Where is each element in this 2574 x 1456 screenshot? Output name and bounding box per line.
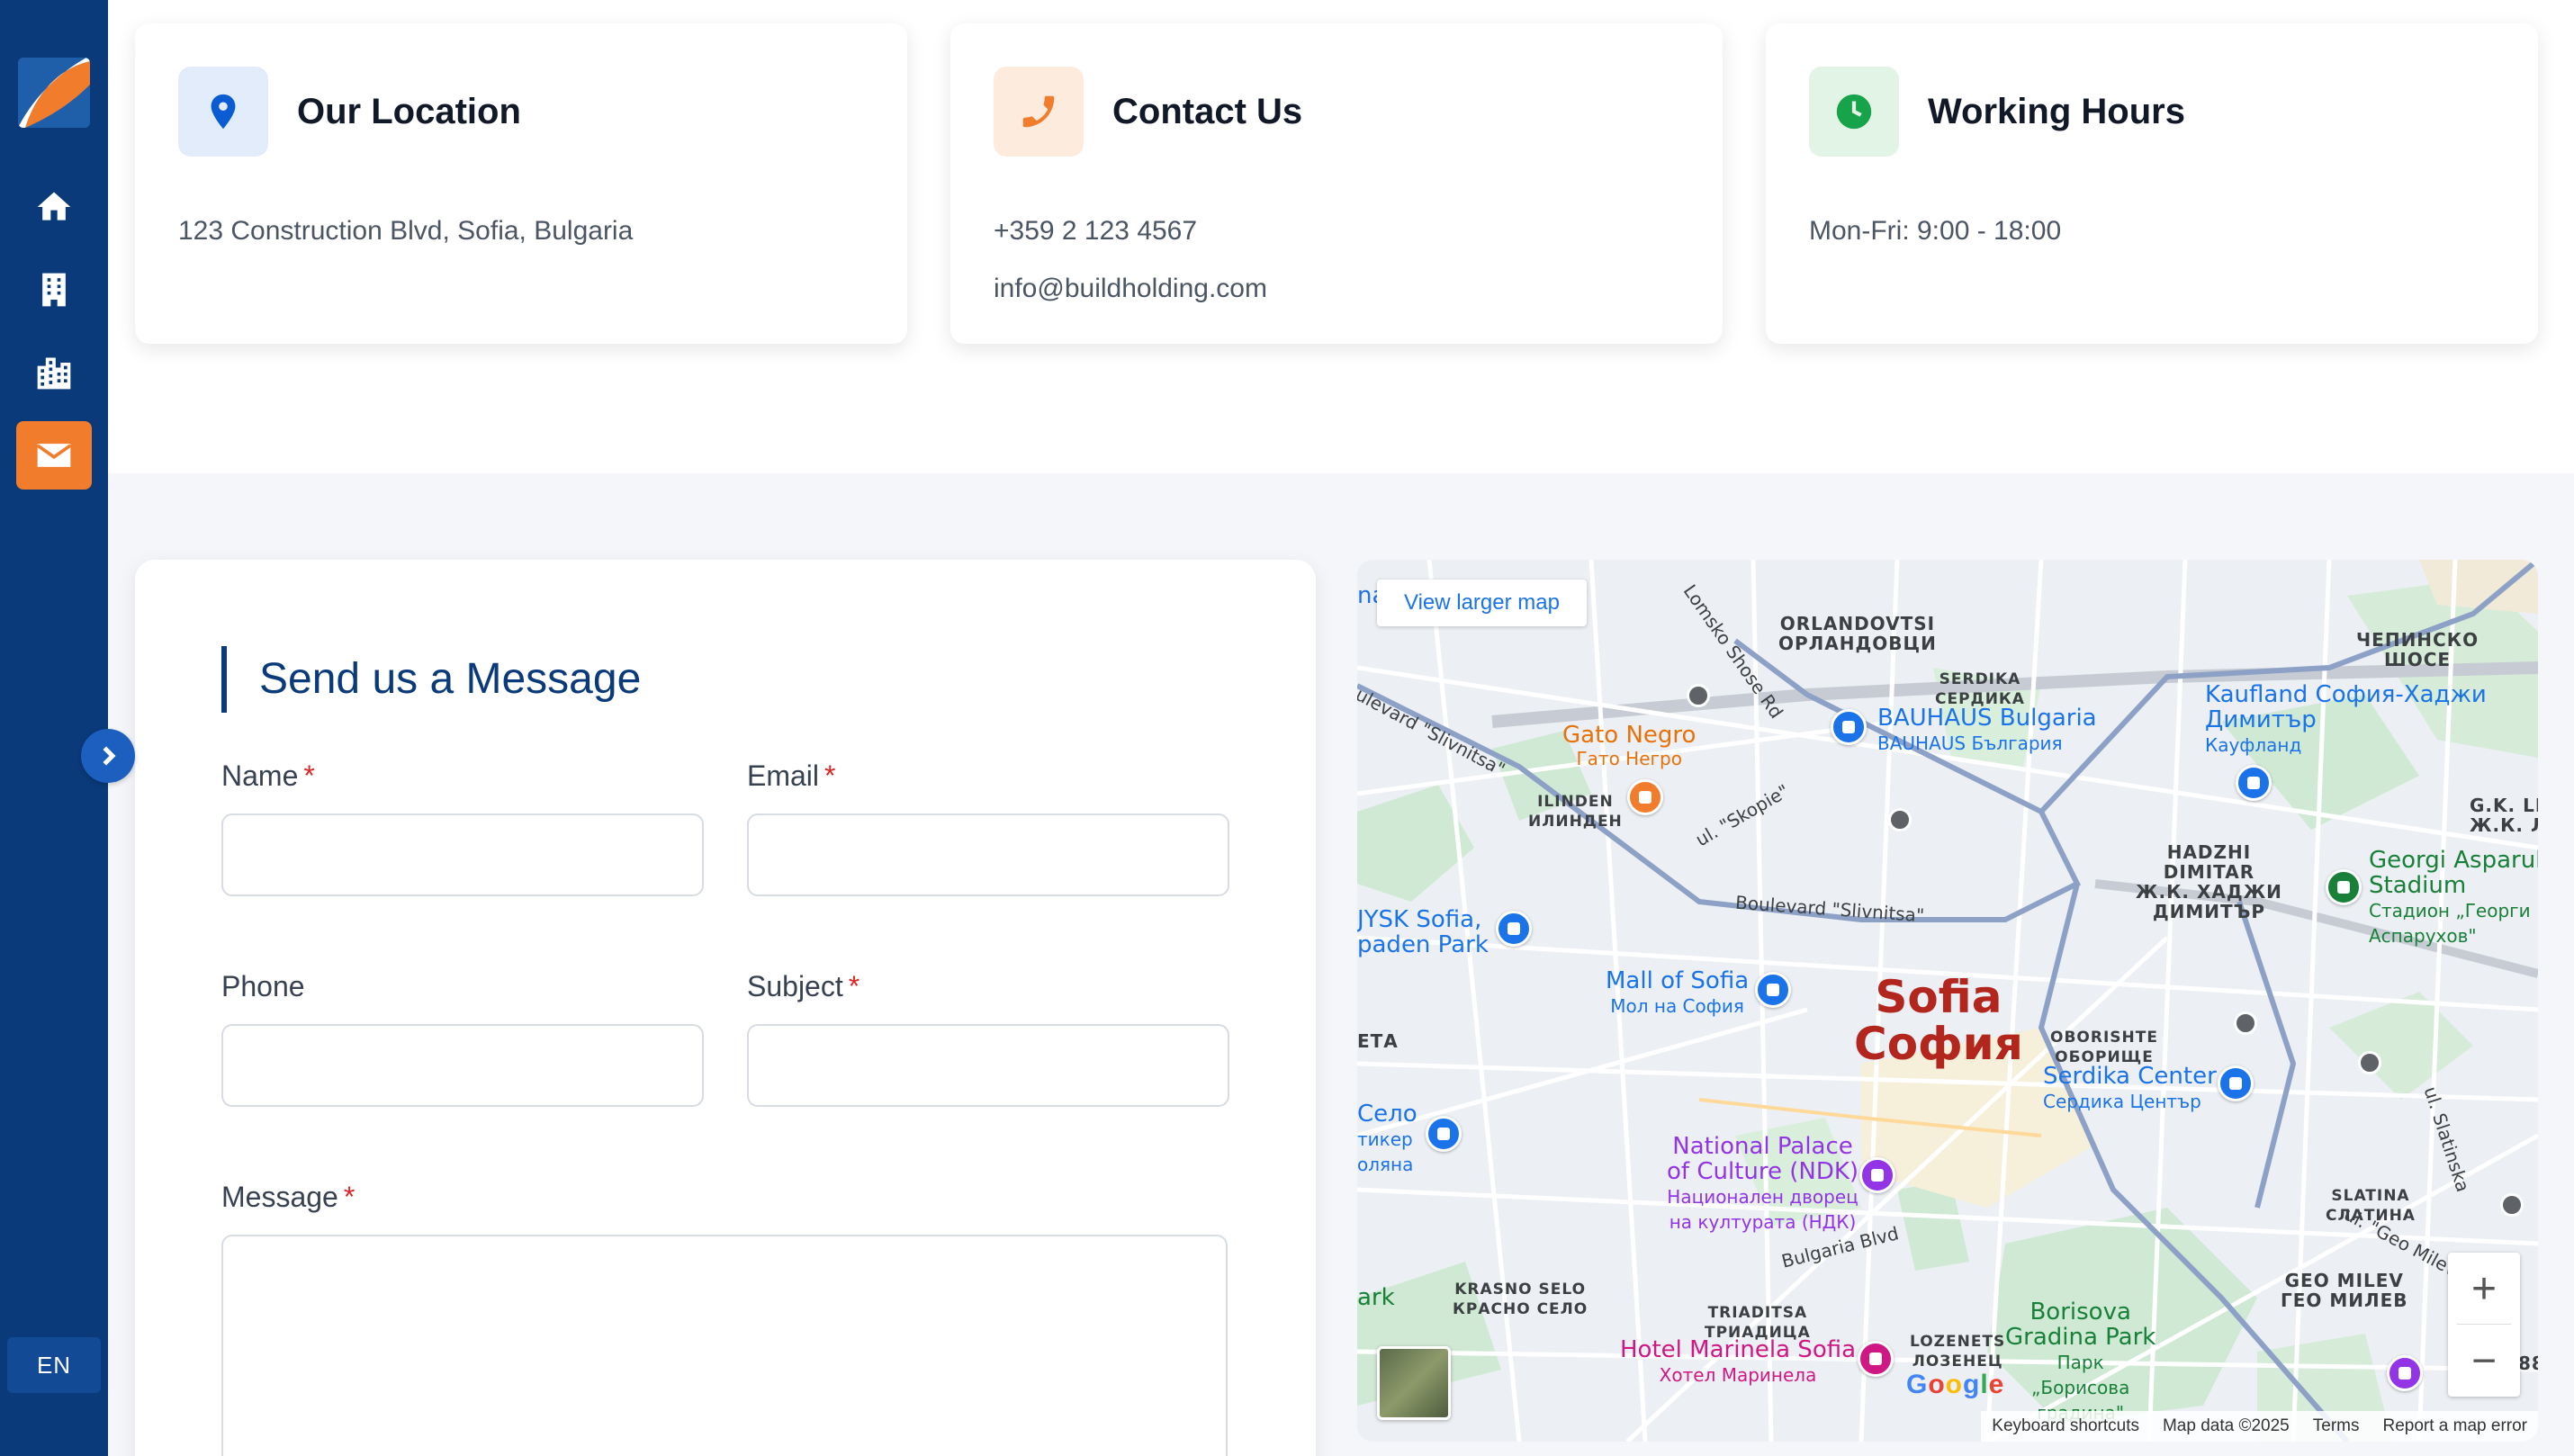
clock-icon — [1809, 67, 1899, 157]
home-icon — [37, 192, 71, 220]
transit-stop-icon[interactable] — [2500, 1193, 2524, 1217]
satellite-toggle-button[interactable] — [1377, 1346, 1451, 1420]
map-label-88: 88 — [2518, 1353, 2538, 1374]
google-map[interactable]: ORLANDOVTSI ОРЛАНДОВЦИ SERDIKA СЕРДИКА ЧЕП… — [1357, 560, 2538, 1442]
form-title: Send us a Message — [221, 646, 641, 713]
map-label-orlandovtsi: ORLANDOVTSI ОРЛАНДОВЦИ — [1778, 613, 1937, 654]
nav-contact[interactable] — [16, 421, 92, 490]
map-pin-icon — [178, 67, 268, 157]
map-label-oborishte: OBORISHTE ОБОРИЩЕ — [2050, 1029, 2158, 1066]
report-map-error-link[interactable]: Report a map error — [2382, 1416, 2527, 1436]
map-poi-jysk[interactable]: JYSK Sofia, paden Park — [1357, 907, 1489, 957]
phone-icon — [994, 67, 1084, 157]
zoom-out-button[interactable]: − — [2448, 1325, 2520, 1397]
contact-phone[interactable]: +359 2 123 4567 — [994, 216, 1197, 247]
map-poi-serdika-center[interactable]: Serdika Center Сердика Център — [2043, 1064, 2217, 1114]
transit-stop-icon[interactable] — [2234, 1011, 2257, 1035]
contact-card: Contact Us +359 2 123 4567 info@buildhol… — [950, 23, 1723, 344]
map-poi-borisova-gradina[interactable]: BorisovaGradina ParkПарк„Борисоваградина… — [2005, 1299, 2156, 1425]
selo-pin-icon[interactable] — [1426, 1116, 1462, 1152]
company-logo[interactable] — [18, 58, 90, 128]
contact-email[interactable]: info@buildholding.com — [994, 274, 1267, 304]
map-attribution: Keyboard shortcuts Map data ©2025 Terms … — [1981, 1411, 2538, 1442]
zoom-in-button[interactable]: + — [2448, 1253, 2520, 1325]
restaurant-pin-icon[interactable] — [1627, 779, 1663, 815]
stadium-pin-icon[interactable] — [2326, 869, 2362, 905]
message-textarea[interactable] — [221, 1235, 1228, 1456]
location-card: Our Location 123 Construction Blvd, Sofi… — [135, 23, 907, 344]
map-poi-bauhaus[interactable]: BAUHAUS Bulgaria BAUHAUS България — [1877, 706, 2097, 756]
chevron-right-icon — [103, 746, 116, 766]
shopping-cart-pin-icon[interactable] — [2236, 765, 2272, 801]
bauhaus-pin-icon[interactable] — [1831, 709, 1867, 745]
map-label-chepinsko: ЧЕПИНСКО ШОСЕ — [2356, 629, 2480, 670]
nav-home[interactable] — [16, 173, 92, 241]
map-label-lozenets: LOZENETS ЛОЗЕНЕЦ — [1910, 1333, 2006, 1371]
building-icon — [42, 273, 66, 307]
nav-properties[interactable] — [16, 338, 92, 407]
name-label: Name * — [221, 759, 315, 792]
email-label: Email * — [747, 759, 836, 792]
map-poi-georgi-asparuhov[interactable]: Georgi Asparuh Stadium Стадион „Георги Аспа… — [2369, 848, 2538, 948]
hotel-pin-icon[interactable] — [1858, 1341, 1894, 1377]
serdika-center-pin-icon[interactable] — [2218, 1065, 2254, 1101]
nav-projects[interactable] — [16, 256, 92, 324]
map-data-text: Map data ©2025 — [2162, 1416, 2290, 1435]
subject-label: Subject * — [747, 970, 860, 1002]
zoom-controls: + − — [2448, 1253, 2520, 1397]
map-label-krasno-selo: KRASNO SELO КРАСНО СЕЛО — [1453, 1281, 1588, 1318]
hours-title: Working Hours — [1928, 92, 2185, 131]
map-poi-ndk[interactable]: National Palace of Culture (NDK) Национале… — [1667, 1134, 1858, 1235]
transit-stop-icon[interactable] — [2358, 1051, 2381, 1074]
phone-input[interactable] — [221, 1024, 704, 1107]
location-title: Our Location — [297, 92, 521, 131]
map-label-eta: ЕТА — [1357, 1030, 1399, 1052]
map-label-ark: ark — [1357, 1284, 1395, 1311]
keyboard-shortcuts-link[interactable]: Keyboard shortcuts — [1992, 1416, 2139, 1436]
email-input[interactable] — [747, 813, 1229, 896]
city-icon — [37, 357, 71, 390]
map-label-ilinden: ILINDEN ИЛИНДЕН — [1528, 793, 1623, 831]
phone-label: Phone — [221, 970, 305, 1002]
jysk-pin-icon[interactable] — [1496, 911, 1532, 947]
map-poi-hotel-marinela[interactable]: Hotel Marinela Sofia Хотел Маринела — [1620, 1337, 1856, 1388]
google-logo: Google — [1906, 1370, 2005, 1399]
hours-card: Working Hours Mon-Fri: 9:00 - 18:00 — [1766, 23, 2538, 344]
mall-pin-icon[interactable] — [1755, 972, 1791, 1008]
name-input[interactable] — [221, 813, 704, 896]
transit-stop-icon[interactable] — [1687, 684, 1710, 707]
map-poi-selo[interactable]: Село тикер оляна — [1357, 1101, 1418, 1177]
language-switcher[interactable]: EN — [7, 1337, 101, 1393]
map-label-hadzhi-dimitar: HADZHI DIMITAR Ж.К. ХАДЖИ ДИМИТЪР — [2136, 841, 2282, 922]
sidebar: EN — [0, 0, 108, 1456]
attraction-pin-icon[interactable] — [2387, 1355, 2423, 1391]
map-label-serdika: SERDIKA СЕРДИКА — [1935, 670, 2025, 708]
sidebar-toggle-button[interactable] — [81, 729, 135, 783]
ndk-pin-icon[interactable] — [1859, 1157, 1895, 1193]
view-larger-map-link[interactable]: View larger map — [1377, 580, 1587, 626]
envelope-icon — [36, 444, 72, 467]
map-label-sofia: Sofia София — [1854, 971, 2023, 1070]
map-poi-gato-negro[interactable]: Gato Negro Гато Негро — [1562, 724, 1696, 770]
message-label: Message * — [221, 1181, 356, 1213]
transit-stop-icon[interactable] — [1888, 808, 1912, 831]
terms-link[interactable]: Terms — [2313, 1416, 2360, 1436]
map-poi-mall-of-sofia[interactable]: Mall of Sofia Мол на София — [1606, 968, 1749, 1019]
location-address: 123 Construction Blvd, Sofia, Bulgaria — [178, 216, 634, 246]
hours-text: Mon-Fri: 9:00 - 18:00 — [1809, 216, 2062, 246]
map-poi-kaufland[interactable]: Kaufland София-Хаджи Димитър Кауфланд — [2205, 682, 2487, 758]
contact-title: Contact Us — [1112, 92, 1303, 131]
contact-form: Send us a Message Name * Email * Phone Sub… — [135, 560, 1316, 1456]
subject-input[interactable] — [747, 1024, 1229, 1107]
map-label-geo-milev: GEO MILEV ГЕО МИЛЕВ — [2281, 1270, 2408, 1311]
map-label-gk-le: G.K. LEЖ.К. ЛЕ — [2470, 795, 2538, 836]
